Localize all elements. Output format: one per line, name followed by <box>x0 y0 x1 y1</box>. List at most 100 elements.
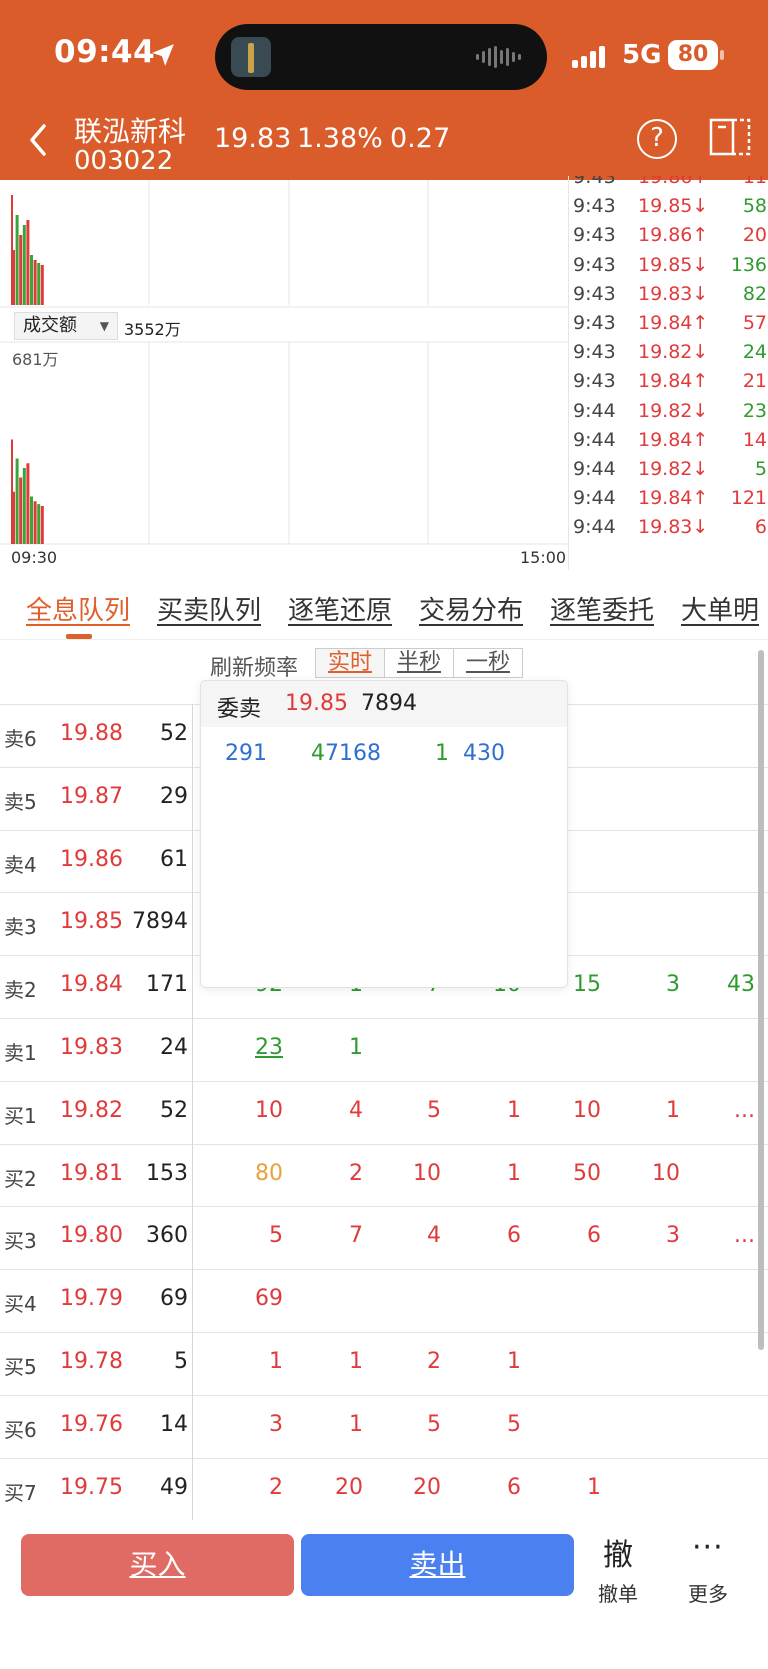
tab-order-tick[interactable]: 逐笔委托 <box>550 590 654 627</box>
queue-order-cell[interactable]: 1 <box>461 1349 521 1374</box>
refresh-realtime-button[interactable]: 实时 <box>315 648 385 678</box>
scrollbar[interactable] <box>758 650 764 1350</box>
queue-order-cell[interactable]: 6 <box>461 1223 521 1248</box>
queue-price: 19.85 <box>60 909 123 935</box>
queue-order-cell[interactable]: 5 <box>461 1412 521 1437</box>
queue-detail-popup[interactable]: 委卖 19.85 7894 291 4 7168 1 430 <box>200 680 568 988</box>
queue-order-cell[interactable]: 3 <box>620 1223 680 1248</box>
queue-order-cell[interactable]: 10 <box>541 1098 601 1123</box>
chart-canvas <box>0 180 568 545</box>
queue-order-cell[interactable]: 10 <box>381 1161 441 1186</box>
queue-order-cell[interactable]: 2 <box>381 1349 441 1374</box>
cancel-order-icon[interactable]: 撤 <box>603 1530 633 1574</box>
queue-order-cell[interactable]: 50 <box>541 1161 601 1186</box>
queue-row[interactable]: 买6 19.76 14 3 1 5 5 <box>0 1394 768 1458</box>
popup-volume: 7894 <box>361 691 417 716</box>
queue-price: 19.86 <box>60 846 123 872</box>
tab-big-order[interactable]: 大单明 <box>681 590 759 627</box>
tab-tick-restore[interactable]: 逐笔还原 <box>288 590 392 627</box>
queue-order-cell[interactable]: 1 <box>303 1412 363 1437</box>
more-icon[interactable]: ··· <box>692 1530 724 1565</box>
queue-volume: 5 <box>174 1349 188 1374</box>
queue-order-cell[interactable]: 1 <box>620 1098 680 1123</box>
tab-indicator <box>66 634 92 639</box>
queue-order-cell[interactable]: 1 <box>461 1098 521 1123</box>
audio-wave-icon <box>476 46 521 68</box>
stock-change-percent: 1.38% <box>297 123 383 154</box>
queue-order-cell[interactable]: 2 <box>223 1475 283 1500</box>
queue-order-cell[interactable]: 6 <box>541 1223 601 1248</box>
queue-order-cell[interactable]: 1 <box>541 1475 601 1500</box>
queue-order-cell[interactable]: 1 <box>303 1035 363 1060</box>
popup-price: 19.85 <box>285 691 348 716</box>
dynamic-island[interactable] <box>215 24 547 90</box>
queue-level: 卖2 <box>4 978 37 1003</box>
queue-order-cell[interactable]: 5 <box>381 1098 441 1123</box>
tick-volume: 14 <box>742 428 767 451</box>
refresh-one-second-button[interactable]: 一秒 <box>453 648 523 678</box>
more-label[interactable]: 更多 <box>688 1578 728 1607</box>
tick-time: 9:43 <box>573 253 616 276</box>
queue-order-cell[interactable]: 6 <box>461 1475 521 1500</box>
tick-price: 19.83↓ <box>638 282 709 305</box>
volume-type-dropdown[interactable]: 成交额 ▼ <box>14 312 118 340</box>
queue-volume: 153 <box>146 1160 188 1186</box>
queue-order-cell[interactable]: 20 <box>381 1475 441 1500</box>
queue-order-cell[interactable]: 10 <box>620 1161 680 1186</box>
queue-order-cell[interactable]: 20 <box>303 1475 363 1500</box>
queue-row[interactable]: 买2 19.81 153 80 2 10 1 50 10 <box>0 1143 768 1207</box>
queue-row[interactable]: 卖1 19.83 24 23 1 <box>0 1018 768 1081</box>
queue-order-cell[interactable]: 5 <box>381 1412 441 1437</box>
volume-bar <box>26 220 30 305</box>
tab-full-queue[interactable]: 全息队列 <box>26 590 130 627</box>
queue-order-cell[interactable]: 23 <box>223 1035 283 1060</box>
queue-order-cell[interactable]: 5 <box>223 1223 283 1248</box>
queue-price: 19.75 <box>60 1474 123 1500</box>
volume-type-label: 成交额 <box>23 315 77 336</box>
cancel-order-label[interactable]: 撤单 <box>598 1578 638 1607</box>
queue-order-cell[interactable]: 69 <box>223 1286 283 1311</box>
volume-bar <box>40 265 44 305</box>
tick-time: 9:43 <box>573 370 616 393</box>
queue-row[interactable]: 买3 19.80 360 5 7 4 6 6 3... <box>0 1206 768 1269</box>
queue-row[interactable]: 买4 19.79 69 69 <box>0 1269 768 1332</box>
queue-order-cell[interactable]: 1 <box>303 1349 363 1374</box>
tick-row: 9:44 19.83↓ 6 <box>569 516 768 547</box>
queue-level: 卖3 <box>4 915 37 940</box>
queue-order-cell[interactable]: 4 <box>381 1223 441 1248</box>
queue-volume: 69 <box>160 1286 188 1312</box>
queue-order-cell[interactable]: 43 <box>695 972 755 997</box>
tick-list[interactable]: 9:43 19.86↑ 11 9:43 19.85↓ 58 9:43 19.86↑ 20 9:43… <box>568 176 768 570</box>
refresh-half-second-button[interactable]: 半秒 <box>384 648 454 678</box>
queue-row[interactable]: 买5 19.78 5 1 1 2 1 <box>0 1332 768 1395</box>
tick-row: 9:43 19.84↑ 57 <box>569 312 768 343</box>
queue-order-cell[interactable]: 4 <box>303 1098 363 1123</box>
layout-switch-icon[interactable] <box>708 117 752 157</box>
intraday-chart[interactable]: 成交额 ▼ 3552万 681万 09:30 15:00 <box>0 180 568 570</box>
queue-order-cell[interactable]: 3 <box>223 1412 283 1437</box>
queue-order-cell[interactable]: 2 <box>303 1161 363 1186</box>
queue-volume: 52 <box>160 721 188 746</box>
queue-order-cell[interactable]: 10 <box>223 1098 283 1123</box>
queue-row[interactable]: 买7 19.75 49 2 20 20 6 1 <box>0 1457 768 1521</box>
tab-trade-distribution[interactable]: 交易分布 <box>419 590 523 627</box>
queue-order-cell[interactable]: ... <box>695 1223 755 1248</box>
queue-order-cell[interactable]: 7 <box>303 1223 363 1248</box>
queue-row[interactable]: 买1 19.82 52 10 4 5 1 10 1... <box>0 1080 768 1144</box>
sell-button[interactable]: 卖出 <box>301 1534 574 1596</box>
queue-order-cell[interactable]: 3 <box>620 972 680 997</box>
buy-button[interactable]: 买入 <box>21 1534 294 1596</box>
volume-bar <box>22 225 26 305</box>
back-icon[interactable] <box>24 120 54 160</box>
tab-bid-ask-queue[interactable]: 买卖队列 <box>157 590 261 627</box>
tick-price: 19.82↓ <box>638 399 709 422</box>
queue-order-cell[interactable]: 1 <box>223 1349 283 1374</box>
queue-order-cell[interactable]: 80 <box>223 1161 283 1186</box>
volume-bar <box>11 439 13 544</box>
help-icon[interactable]: ? <box>637 119 677 159</box>
queue-level: 卖1 <box>4 1041 37 1065</box>
queue-level: 买4 <box>4 1292 37 1317</box>
queue-order-cell[interactable]: ... <box>695 1098 755 1123</box>
queue-order-cell[interactable]: 1 <box>461 1161 521 1186</box>
tick-price: 19.86↑ <box>638 176 709 188</box>
